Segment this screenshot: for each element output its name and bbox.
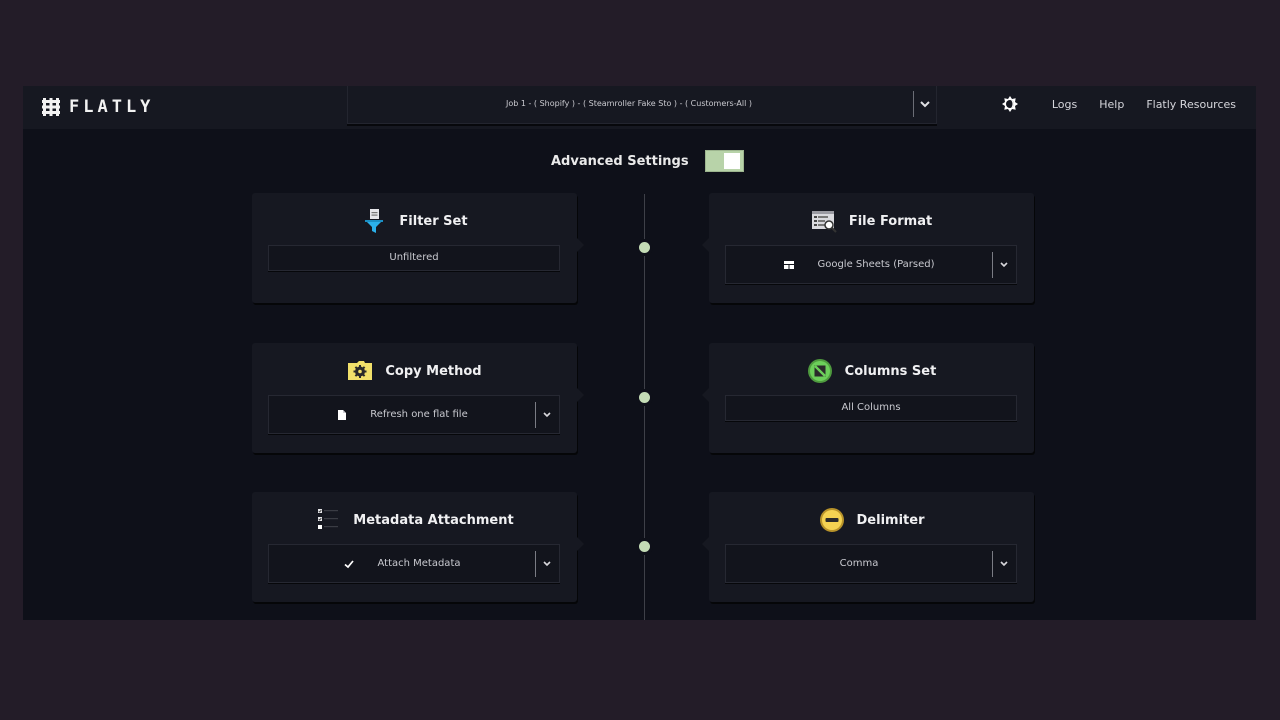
nav-help[interactable]: Help bbox=[1099, 98, 1124, 111]
advanced-settings-row: Advanced Settings bbox=[551, 150, 744, 172]
chevron-down-icon[interactable] bbox=[918, 95, 932, 113]
chevron-down-icon[interactable] bbox=[540, 557, 554, 571]
metadata-attachment-value: Attach Metadata bbox=[377, 558, 461, 569]
copy-method-card: Copy Method Refresh one flat file bbox=[252, 343, 584, 453]
chevron-down-icon[interactable] bbox=[540, 408, 554, 422]
delimiter-select[interactable]: Comma bbox=[725, 544, 1017, 583]
filter-set-field[interactable]: Unfiltered bbox=[268, 245, 560, 271]
filter-set-card: Filter Set Unfiltered bbox=[252, 193, 584, 303]
file-icon bbox=[338, 409, 347, 420]
delimiter-circle-icon bbox=[819, 508, 844, 532]
nav-flatly-resources[interactable]: Flatly Resources bbox=[1146, 98, 1236, 111]
table-icon bbox=[784, 260, 795, 269]
job-selector-divider bbox=[913, 91, 914, 117]
metadata-attachment-card: Metadata Attachment Attach Metadata bbox=[252, 492, 584, 602]
advanced-settings-toggle[interactable] bbox=[704, 150, 744, 172]
delimiter-value: Comma bbox=[839, 558, 879, 569]
columns-set-field[interactable]: All Columns bbox=[725, 395, 1017, 421]
select-divider bbox=[535, 402, 536, 428]
chevron-down-icon[interactable] bbox=[997, 557, 1011, 571]
timeline-dot bbox=[639, 541, 650, 552]
advanced-settings-label: Advanced Settings bbox=[551, 153, 689, 169]
toggle-knob bbox=[723, 153, 740, 169]
file-format-title: File Format bbox=[848, 213, 933, 229]
columns-set-card: Columns Set All Columns bbox=[702, 343, 1034, 453]
metadata-attachment-title: Metadata Attachment bbox=[353, 512, 514, 528]
timeline-dot bbox=[639, 242, 650, 253]
top-nav: Logs Help Flatly Resources bbox=[1001, 86, 1236, 122]
filter-funnel-icon bbox=[365, 209, 384, 233]
select-divider bbox=[535, 551, 536, 577]
check-icon bbox=[344, 559, 355, 568]
top-header: FLATLY Job 1 - ( Shopify ) - ( Steamroll… bbox=[23, 86, 1256, 129]
brand-logo[interactable]: FLATLY bbox=[41, 95, 154, 119]
brand-name: FLATLY bbox=[69, 97, 155, 117]
copy-method-select[interactable]: Refresh one flat file bbox=[268, 395, 560, 434]
copy-method-value: Refresh one flat file bbox=[370, 409, 468, 420]
file-format-select[interactable]: Google Sheets (Parsed) bbox=[725, 245, 1017, 284]
delimiter-card: Delimiter Comma bbox=[702, 492, 1034, 602]
metadata-attachment-select[interactable]: Attach Metadata bbox=[268, 544, 560, 583]
nav-logs[interactable]: Logs bbox=[1052, 98, 1077, 111]
checklist-icon bbox=[318, 509, 339, 529]
job-selector-value: Job 1 - ( Shopify ) - ( Steamroller Fake… bbox=[505, 99, 752, 108]
filter-set-title: Filter Set bbox=[399, 213, 468, 229]
select-divider bbox=[992, 252, 993, 278]
app-window: FLATLY Job 1 - ( Shopify ) - ( Steamroll… bbox=[23, 86, 1256, 620]
timeline-line bbox=[644, 194, 645, 620]
select-divider bbox=[992, 551, 993, 577]
theme-toggle-icon[interactable] bbox=[1001, 96, 1018, 112]
file-format-value: Google Sheets (Parsed) bbox=[817, 259, 935, 270]
columns-circle-icon bbox=[807, 359, 832, 383]
copy-method-title: Copy Method bbox=[385, 363, 482, 379]
file-format-icon bbox=[811, 211, 837, 233]
flatly-logo-icon bbox=[42, 98, 60, 116]
timeline-dot bbox=[639, 392, 650, 403]
job-selector[interactable]: Job 1 - ( Shopify ) - ( Steamroller Fake… bbox=[347, 86, 937, 124]
columns-set-title: Columns Set bbox=[844, 363, 937, 379]
delimiter-title: Delimiter bbox=[856, 512, 925, 528]
file-format-card: File Format Google Sheets (Parsed) bbox=[702, 193, 1034, 303]
chevron-down-icon[interactable] bbox=[997, 258, 1011, 272]
folder-gear-icon bbox=[348, 361, 373, 380]
